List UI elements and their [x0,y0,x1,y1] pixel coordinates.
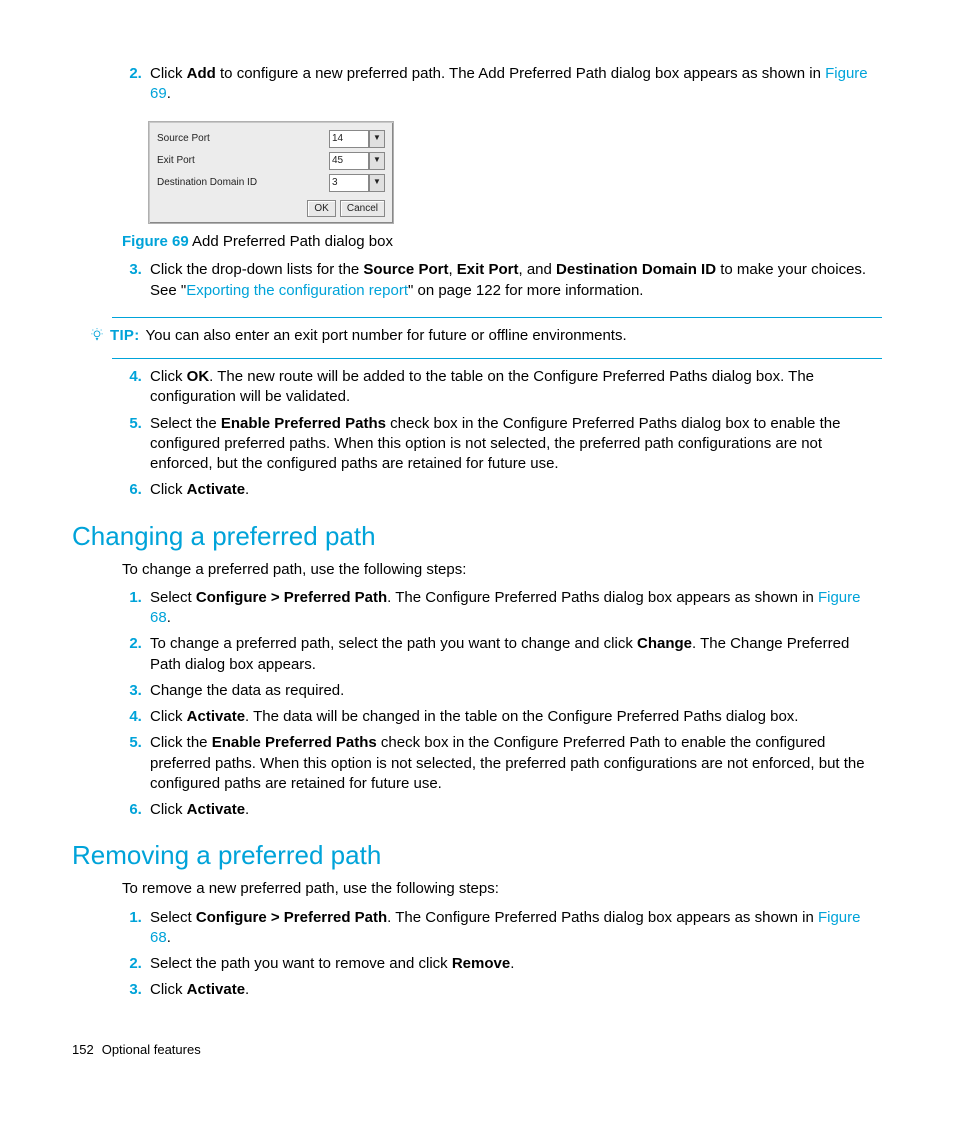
removing-step-1: Select Configure > Preferred Path. The C… [146,908,882,949]
text: . [510,955,514,972]
changing-step-1: Select Configure > Preferred Path. The C… [146,588,882,629]
chevron-down-icon[interactable]: ▼ [369,130,385,148]
text: Select the path you want to remove and c… [150,955,452,972]
bold: Activate [187,481,245,498]
domain-id-select[interactable]: 3 [329,174,369,192]
figure-number: Figure 69 [122,233,189,250]
text: , [448,261,456,278]
text: Click [150,65,187,82]
heading-changing: Changing a preferred path [72,519,882,554]
source-port-select[interactable]: 14 [329,130,369,148]
text: Select [150,909,196,926]
text: . [167,85,171,102]
figure-caption: Figure 69 Add Preferred Path dialog box [122,232,882,252]
text: , and [518,261,556,278]
bold: Destination Domain ID [556,261,716,278]
step-3: Click the drop-down lists for the Source… [146,260,882,301]
bold: Enable Preferred Paths [212,734,377,751]
value: 3 [332,176,338,190]
removing-intro: To remove a new preferred path, use the … [122,879,882,899]
text: Click [150,708,187,725]
text: . The data will be changed in the table … [245,708,798,725]
text: . [245,801,249,818]
changing-step-4: Click Activate. The data will be changed… [146,707,882,727]
text: Select [150,589,196,606]
step-6: Click Activate. [146,480,882,500]
tip-block: TIP: You can also enter an exit port num… [90,326,882,346]
label: Exit Port [157,154,195,168]
text: Select the [150,415,221,432]
bold: Add [187,65,216,82]
removing-step-3: Click Activate. [146,980,882,1000]
section-title: Optional features [102,1041,201,1059]
text: . [167,929,171,946]
value: 45 [332,154,343,168]
bold: Remove [452,955,510,972]
text: Click [150,368,187,385]
step-5: Select the Enable Preferred Paths check … [146,414,882,475]
text: Click [150,481,187,498]
bold: Source Port [363,261,448,278]
changing-step-5: Click the Enable Preferred Paths check b… [146,733,882,794]
page-number: 152 [72,1041,94,1059]
step-2: Click Add to configure a new preferred p… [146,64,882,105]
text: . [167,609,171,626]
bold: Enable Preferred Paths [221,415,386,432]
text: Click the drop-down lists for the [150,261,363,278]
dialog-row-exit-port: Exit Port 45 ▼ [157,150,385,172]
bold: Activate [187,708,245,725]
removing-step-2: Select the path you want to remove and c… [146,954,882,974]
bold: Exit Port [457,261,519,278]
divider [112,317,882,318]
tip-text: You can also enter an exit port number f… [146,326,627,346]
label: Source Port [157,132,210,146]
bold: OK [187,368,210,385]
tip-label: TIP: [110,326,140,346]
changing-step-3: Change the data as required. [146,681,882,701]
changing-intro: To change a preferred path, use the foll… [122,560,882,580]
value: 14 [332,132,343,146]
text: Click [150,981,187,998]
cancel-button[interactable]: Cancel [340,200,385,218]
dialog-row-source-port: Source Port 14 ▼ [157,128,385,150]
chevron-down-icon[interactable]: ▼ [369,152,385,170]
exit-port-select[interactable]: 45 [329,152,369,170]
link[interactable]: Exporting the configuration report [186,282,408,299]
bold: Configure > Preferred Path [196,589,387,606]
text: Click [150,801,187,818]
text: Change the data as required. [150,682,344,699]
bold: Change [637,635,692,652]
text: . The Configure Preferred Paths dialog b… [387,589,818,606]
label: Destination Domain ID [157,176,257,190]
text: To change a preferred path, select the p… [150,635,637,652]
text: . [245,981,249,998]
changing-step-2: To change a preferred path, select the p… [146,634,882,675]
step-4: Click OK. The new route will be added to… [146,367,882,408]
bold: Activate [187,981,245,998]
dialog-figure: Source Port 14 ▼ Exit Port 45 ▼ Destinat… [148,121,394,225]
heading-removing: Removing a preferred path [72,838,882,873]
lightbulb-icon [90,328,104,348]
text: to configure a new preferred path. The A… [216,65,825,82]
caption-text: Add Preferred Path dialog box [189,233,393,250]
text: Click the [150,734,212,751]
text: " on page 122 for more information. [408,282,643,299]
text: . The Configure Preferred Paths dialog b… [387,909,818,926]
text: . The new route will be added to the tab… [150,368,814,405]
changing-step-6: Click Activate. [146,800,882,820]
chevron-down-icon[interactable]: ▼ [369,174,385,192]
page-footer: 152 Optional features [72,1041,882,1059]
bold: Activate [187,801,245,818]
divider [112,358,882,359]
dialog-row-domain-id: Destination Domain ID 3 ▼ [157,172,385,194]
bold: Configure > Preferred Path [196,909,387,926]
text: . [245,481,249,498]
ok-button[interactable]: OK [307,200,335,218]
